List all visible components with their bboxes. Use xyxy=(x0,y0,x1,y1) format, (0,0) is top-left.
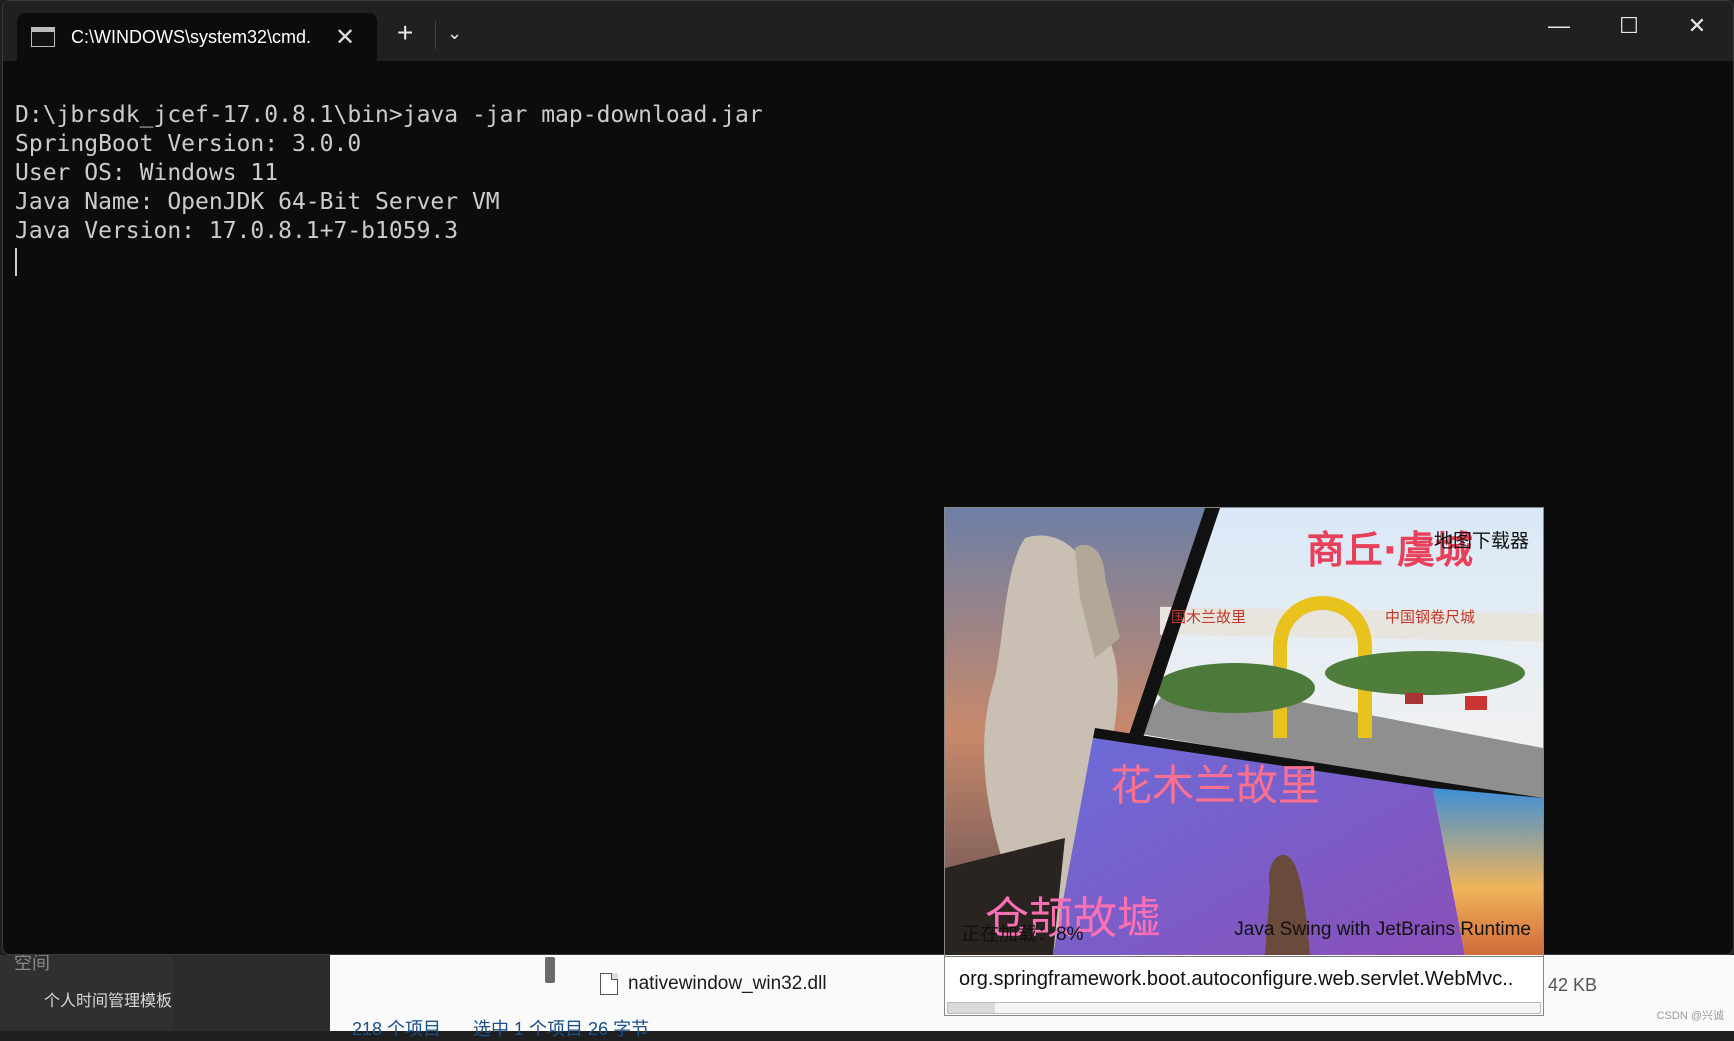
splash-progress-fill xyxy=(948,1003,996,1013)
file-row[interactable]: nativewindow_win32.dll xyxy=(600,973,827,995)
splash-collage: 商丘·虞城 国木兰故里 中国钢卷尺城 花木兰故里 仓颉故墟 xyxy=(945,508,1543,955)
console-line: SpringBoot Version: 3.0.0 xyxy=(15,131,362,157)
watermark: CSDN @兴诚 xyxy=(1656,1010,1724,1022)
dll-file-icon xyxy=(600,973,618,995)
console-line: User OS: Windows 11 xyxy=(15,160,279,186)
terminal-tab[interactable]: C:\WINDOWS\system32\cmd. ✕ xyxy=(17,13,377,61)
status-selection: 选中 1 个项目 26 字节 xyxy=(473,1019,650,1039)
explorer-status-bar: 218 个项目 选中 1 个项目 26 字节 xyxy=(352,1015,649,1041)
status-item-count: 218 个项目 xyxy=(352,1019,442,1039)
explorer-nav-pane: 空间 个人时间管理模板 xyxy=(0,953,173,1031)
splash-progress-bar xyxy=(947,1002,1541,1014)
splash-runtime-text: Java Swing with JetBrains Runtime xyxy=(1234,919,1531,940)
file-name: nativewindow_win32.dll xyxy=(628,973,827,994)
chevron-down-icon[interactable]: ⌄ xyxy=(447,23,462,44)
explorer-scrollbar-thumb[interactable] xyxy=(545,957,555,983)
splash-image: 商丘·虞城 国木兰故里 中国钢卷尺城 花木兰故里 仓颉故墟 xyxy=(945,508,1543,955)
terminal-titlebar[interactable]: C:\WINDOWS\system32\cmd. ✕ + ⌄ — ☐ ✕ xyxy=(3,1,1733,61)
cmd-icon xyxy=(31,27,55,47)
new-tab-plus-icon[interactable]: + xyxy=(397,19,413,47)
file-size: 42 KB xyxy=(1548,975,1598,995)
splash-window: 商丘·虞城 国木兰故里 中国钢卷尺城 花木兰故里 仓颉故墟 地图下载器 正在加载… xyxy=(944,507,1544,1016)
nav-item-personal-time-template[interactable]: 个人时间管理模板 xyxy=(44,987,172,1011)
close-icon[interactable]: ✕ xyxy=(1677,13,1717,39)
mulan-title-text: 花木兰故里 xyxy=(1110,761,1320,810)
banner-left-text: 国木兰故里 xyxy=(1171,608,1246,626)
splash-status-field: org.springframework.boot.autoconfigure.w… xyxy=(945,956,1543,1001)
splash-status-text: org.springframework.boot.autoconfigure.w… xyxy=(959,967,1514,990)
console-line: Java Name: OpenJDK 64-Bit Server VM xyxy=(15,189,500,215)
console-line: Java Version: 17.0.8.1+7-b1059.3 xyxy=(15,218,459,244)
console-output[interactable]: D:\jbrsdk_jcef-17.0.8.1\bin>java -jar ma… xyxy=(15,101,763,276)
tab-close-icon[interactable]: ✕ xyxy=(335,23,355,52)
maximize-icon[interactable]: ☐ xyxy=(1609,13,1649,39)
text-cursor xyxy=(15,248,17,276)
splash-loading-text: 正在加载：8% xyxy=(961,924,1084,945)
titlebar-divider xyxy=(435,21,436,49)
banner-right-text: 中国钢卷尺城 xyxy=(1385,608,1475,626)
console-line: D:\jbrsdk_jcef-17.0.8.1\bin>java -jar ma… xyxy=(15,102,763,128)
minimize-icon[interactable]: — xyxy=(1539,13,1579,39)
tab-title: C:\WINDOWS\system32\cmd. xyxy=(71,26,312,47)
splash-app-title: 地图下载器 xyxy=(1433,531,1529,552)
